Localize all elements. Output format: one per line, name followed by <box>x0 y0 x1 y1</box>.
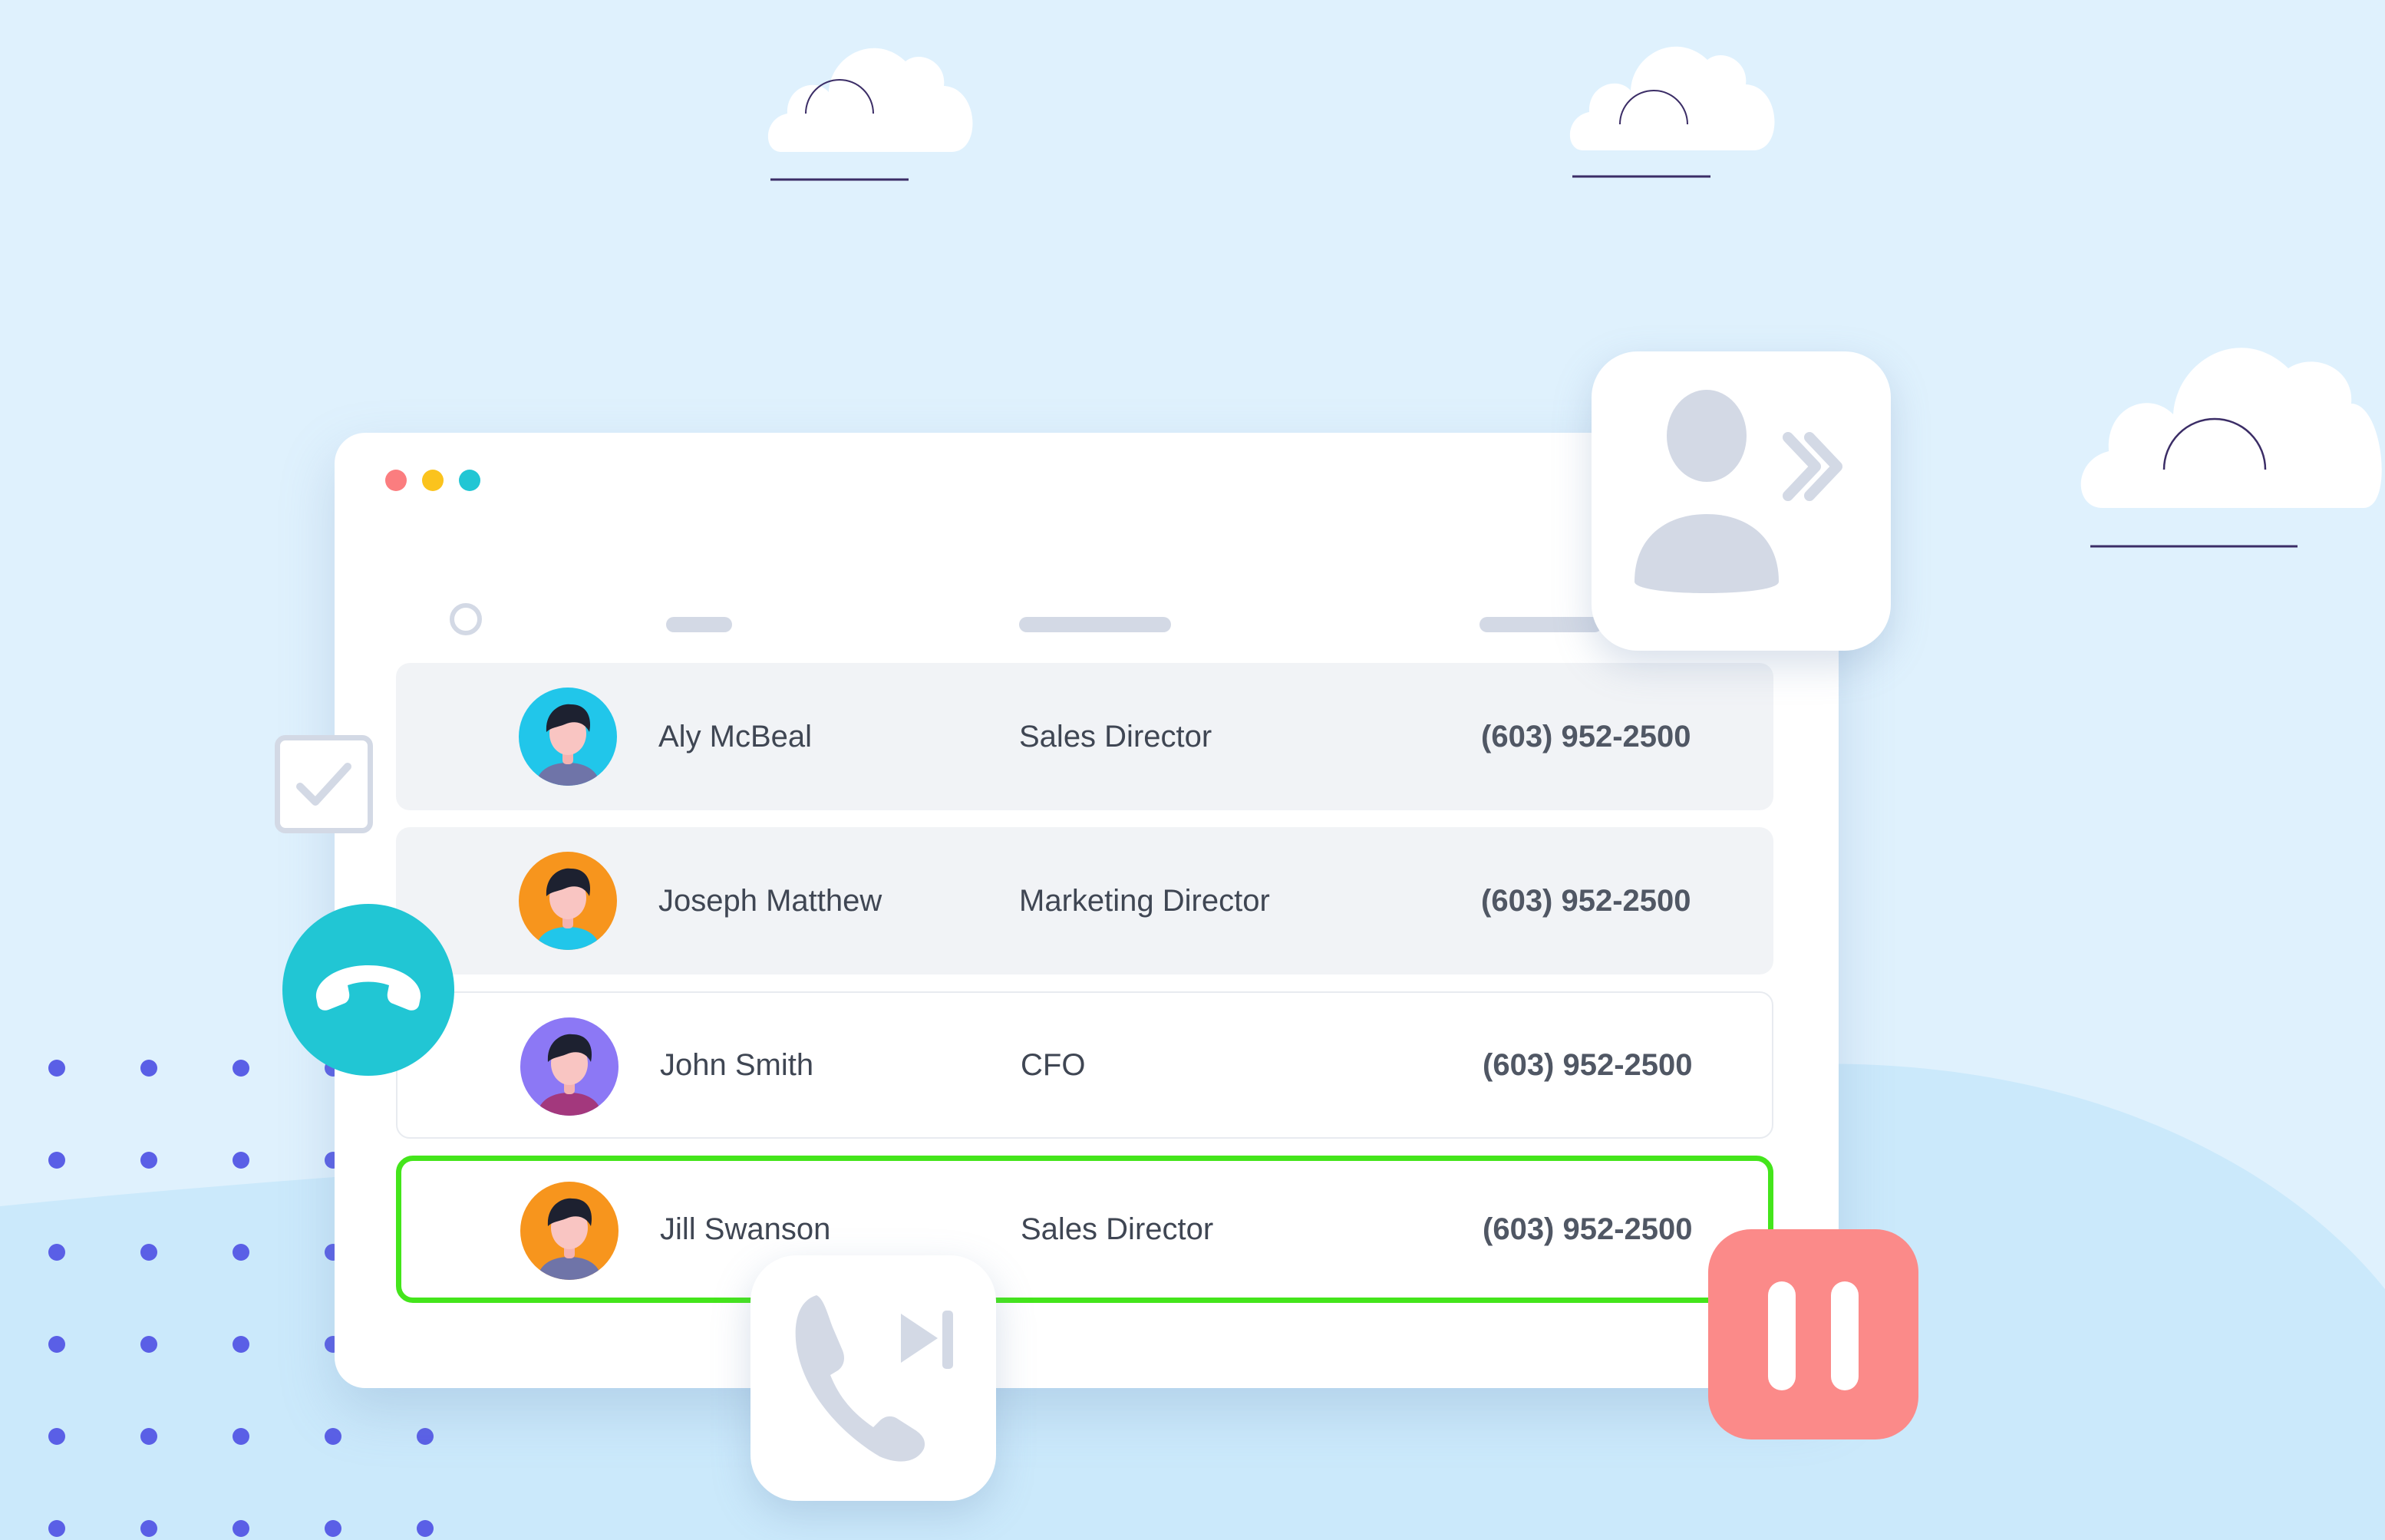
dot <box>233 1060 249 1077</box>
dot <box>48 1244 65 1261</box>
dot <box>417 1428 434 1445</box>
transfer-contact-button[interactable] <box>1592 351 1891 651</box>
contact-title: Sales Director <box>1021 1212 1214 1246</box>
column-header-title <box>1019 617 1171 632</box>
contact-forward-icon <box>1635 390 1842 593</box>
cloud-icon <box>2080 348 2382 548</box>
contact-title: Sales Director <box>1019 719 1212 754</box>
dot <box>417 1520 434 1537</box>
dot <box>140 1244 157 1261</box>
cloud-icon <box>1569 46 1775 178</box>
pause-button[interactable] <box>1708 1229 1918 1439</box>
avatar <box>520 1182 619 1280</box>
contact-phone: (603) 952-2500 <box>1483 1212 1693 1246</box>
dot <box>233 1152 249 1169</box>
window-minimize-button[interactable] <box>422 470 444 491</box>
contact-title: Marketing Director <box>1019 883 1270 918</box>
contact-phone: (603) 952-2500 <box>1483 1047 1693 1082</box>
column-header-phone <box>1479 617 1602 632</box>
dot <box>140 1060 157 1077</box>
contact-row[interactable]: Joseph Matthew Marketing Director (603) … <box>396 827 1773 974</box>
contact-phone: (603) 952-2500 <box>1481 719 1691 754</box>
cloud-icon <box>767 48 973 181</box>
dot <box>48 1520 65 1537</box>
dot <box>233 1244 249 1261</box>
dot <box>48 1060 65 1077</box>
dot <box>233 1520 249 1537</box>
avatar <box>520 1017 619 1116</box>
window-close-button[interactable] <box>385 470 407 491</box>
dot <box>48 1428 65 1445</box>
contact-title: CFO <box>1021 1047 1086 1082</box>
avatar <box>519 688 617 786</box>
dot <box>233 1428 249 1445</box>
hang-up-button[interactable] <box>282 904 454 1076</box>
select-all-checkbox[interactable] <box>450 603 482 635</box>
dot <box>233 1336 249 1353</box>
dot <box>140 1428 157 1445</box>
contact-name: Joseph Matthew <box>658 883 882 918</box>
hang-up-icon <box>315 965 421 1011</box>
dot <box>48 1336 65 1353</box>
dot <box>325 1520 341 1537</box>
dot <box>140 1520 157 1537</box>
contact-phone: (603) 952-2500 <box>1481 883 1691 918</box>
contact-name: John Smith <box>660 1047 814 1082</box>
contact-row[interactable]: Aly McBeal Sales Director (603) 952-2500 <box>396 663 1773 810</box>
dot <box>48 1152 65 1169</box>
checkbox-checked-icon[interactable] <box>275 735 373 833</box>
dot <box>325 1428 341 1445</box>
window-maximize-button[interactable] <box>459 470 480 491</box>
dot <box>140 1336 157 1353</box>
column-header-name <box>666 617 732 632</box>
avatar <box>519 852 617 950</box>
contact-row[interactable]: John Smith CFO (603) 952-2500 <box>396 991 1773 1139</box>
contact-name: Aly McBeal <box>658 719 813 754</box>
skip-call-button[interactable] <box>750 1255 996 1501</box>
phone-skip-icon <box>795 1295 953 1462</box>
contact-row[interactable]: Jill Swanson Sales Director (603) 952-25… <box>396 1156 1773 1303</box>
dot <box>140 1152 157 1169</box>
